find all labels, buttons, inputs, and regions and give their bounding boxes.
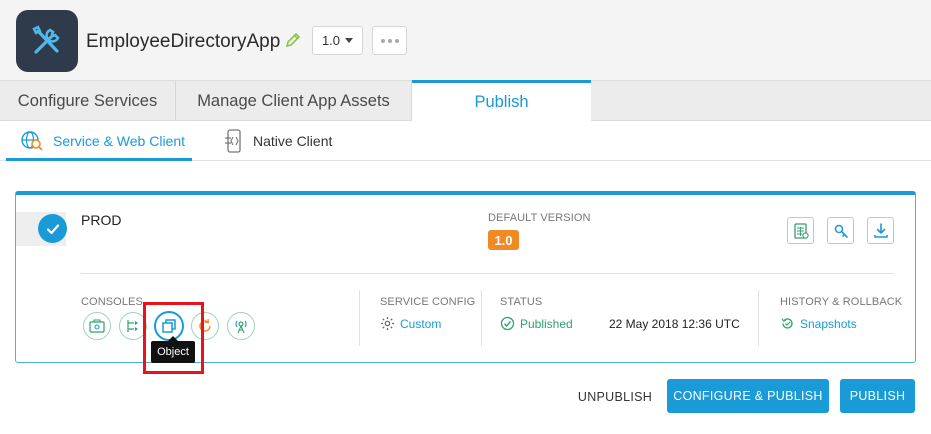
spreadsheet-icon: [793, 222, 809, 239]
history-icon: [781, 318, 793, 329]
id-card-icon: [89, 319, 105, 333]
export-report-button[interactable]: [787, 217, 814, 244]
checkmark-icon: [46, 223, 59, 234]
tab-manage-client-app-assets[interactable]: Manage Client App Assets: [176, 81, 412, 121]
subtab-native-client[interactable]: Native Client: [224, 121, 332, 161]
unpublish-button[interactable]: UNPUBLISH: [572, 380, 658, 413]
mobile-device-icon: [225, 129, 241, 153]
card-divider: [81, 273, 894, 274]
subtab-service-web-client[interactable]: Service & Web Client: [20, 121, 185, 161]
service-config-label: SERVICE CONFIG: [380, 296, 476, 308]
app-logo: [16, 10, 78, 72]
publish-button[interactable]: PUBLISH: [840, 379, 915, 413]
globe-search-icon: [21, 131, 43, 151]
consoles-label: CONSOLES: [81, 296, 143, 308]
app-title: EmployeeDirectoryApp: [86, 31, 281, 52]
pencil-icon[interactable]: [284, 31, 302, 49]
console-integration-icon[interactable]: [119, 312, 147, 340]
check-circle-icon: [500, 316, 515, 331]
security-key-button[interactable]: [827, 217, 854, 244]
app-header: EmployeeDirectoryApp 1.0: [0, 0, 931, 80]
key-icon: [834, 224, 848, 238]
console-orchestration-icon[interactable]: [191, 312, 219, 340]
chevron-down-icon: [345, 38, 354, 43]
more-options-button[interactable]: [372, 26, 407, 55]
download-icon: [873, 222, 888, 238]
tab-configure-services[interactable]: Configure Services: [0, 81, 176, 121]
console-engagement-icon[interactable]: [227, 312, 255, 340]
main-tabs: Configure Services Manage Client App Ass…: [0, 80, 931, 121]
flow-icon: [127, 320, 138, 332]
ellipsis-icon: [380, 38, 385, 43]
configure-publish-button[interactable]: CONFIGURE & PUBLISH: [667, 379, 829, 413]
column-divider: [359, 290, 360, 346]
column-divider: [758, 290, 759, 346]
snapshots-link[interactable]: Snapshots: [780, 316, 857, 331]
sub-tabs: Service & Web Client Native Client: [0, 121, 931, 161]
version-select-value: 1.0: [321, 33, 341, 48]
gear-icon: [381, 317, 394, 330]
object-tooltip: Object: [151, 336, 195, 363]
published-timestamp: 22 May 2018 12:36 UTC: [609, 317, 740, 331]
status-label: STATUS: [500, 296, 543, 308]
broadcast-icon: [235, 320, 247, 334]
active-subtab-indicator: [6, 158, 192, 161]
column-divider: [481, 290, 482, 346]
version-select[interactable]: 1.0: [312, 26, 363, 55]
tools-icon: [32, 25, 60, 54]
service-config-link[interactable]: Custom: [380, 316, 441, 331]
tab-publish[interactable]: Publish: [412, 80, 591, 121]
checkmark-circle-icon[interactable]: [38, 214, 67, 243]
history-rollback-label: HISTORY & ROLLBACK: [780, 296, 903, 308]
console-identity-icon[interactable]: [83, 312, 111, 340]
environment-name: PROD: [81, 212, 122, 228]
environment-card: PROD DEFAULT VERSION 1.0 CONSOLES SERVIC…: [15, 191, 916, 363]
refresh-icon: [199, 318, 211, 332]
default-version-label: DEFAULT VERSION: [488, 212, 591, 224]
default-version-badge: 1.0: [488, 230, 519, 250]
status-value: Published: [500, 316, 573, 331]
object-icon: [162, 319, 176, 333]
download-button[interactable]: [867, 217, 894, 244]
